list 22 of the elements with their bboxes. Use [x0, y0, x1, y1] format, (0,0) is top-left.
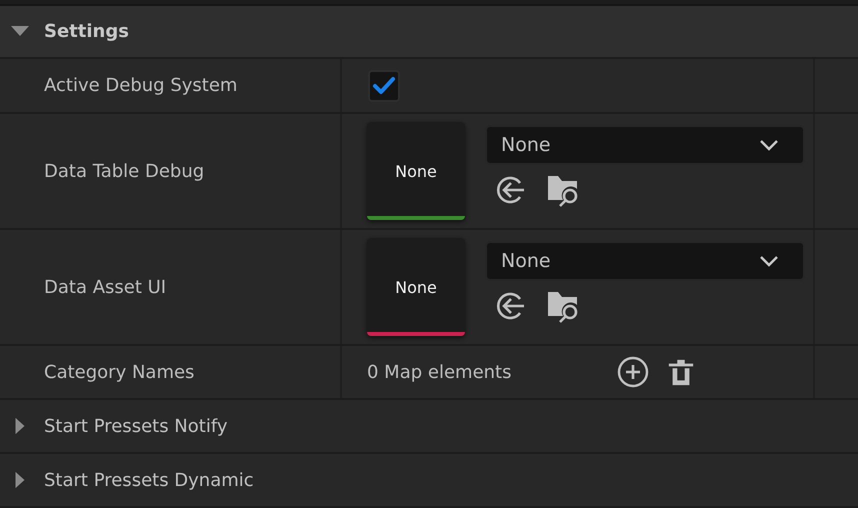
checkbox[interactable]	[368, 70, 400, 102]
asset-dropdown[interactable]: None	[485, 125, 805, 165]
folder-search-icon[interactable]	[546, 173, 580, 207]
asset-thumbnail[interactable]: None	[367, 238, 465, 336]
category-row[interactable]: Start Pressets Notify	[0, 400, 858, 454]
add-icon[interactable]	[617, 356, 649, 388]
asset-thumbnail[interactable]: None	[367, 122, 465, 220]
arrow-left-circle-icon[interactable]	[494, 290, 526, 322]
property-label: Data Asset UI	[44, 276, 166, 298]
section-header[interactable]: Settings	[0, 6, 858, 59]
chevron-down-icon	[759, 255, 779, 267]
arrow-left-circle-icon[interactable]	[494, 174, 526, 206]
trash-icon[interactable]	[667, 357, 695, 387]
folder-search-icon[interactable]	[546, 289, 580, 323]
property-label: Data Table Debug	[44, 160, 204, 182]
property-label: Active Debug System	[44, 75, 238, 96]
map-count: 0 Map elements	[367, 362, 512, 382]
asset-dropdown[interactable]: None	[485, 241, 805, 281]
chevron-down-icon	[759, 139, 779, 151]
property-label: Category Names	[44, 362, 194, 382]
category-row[interactable]: Start Pressets Dynamic	[0, 454, 858, 508]
section-title: Settings	[44, 21, 129, 42]
